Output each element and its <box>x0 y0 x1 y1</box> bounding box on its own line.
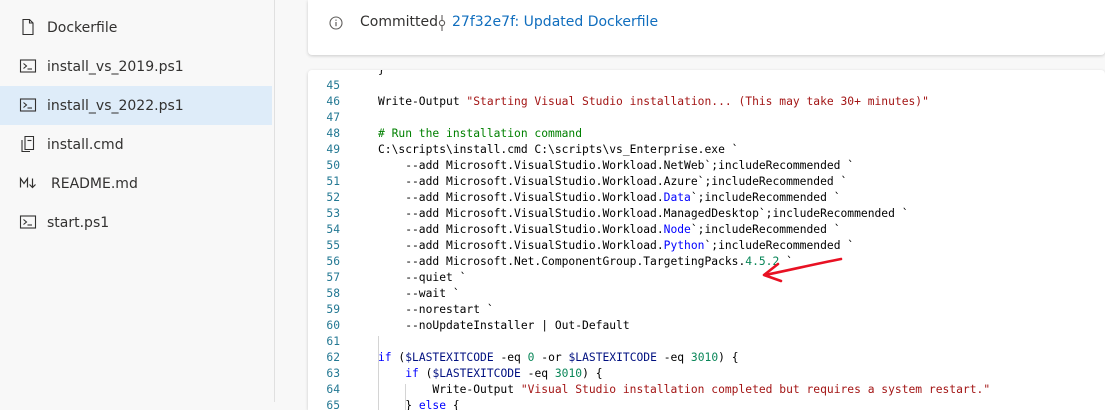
line-number: 50 <box>326 159 340 172</box>
line-text: Write-Output "Starting Visual Studio ins… <box>378 95 929 108</box>
line-number: 57 <box>326 271 340 284</box>
line-number: 52 <box>326 191 340 204</box>
line-number: 54 <box>326 223 340 236</box>
line-number: 65 <box>326 399 340 410</box>
line-text: if ($LASTEXITCODE -eq 0 -or $LASTEXITCOD… <box>378 351 739 364</box>
line-text: --add Microsoft.VisualStudio.Workload.Py… <box>378 239 855 252</box>
commit-status-text: Committed <box>360 14 438 30</box>
markdown-icon <box>19 174 37 192</box>
line-number: 48 <box>326 127 340 140</box>
line-number: 64 <box>326 383 340 396</box>
indent-guide <box>378 336 379 410</box>
line-text: --add Microsoft.VisualStudio.Workload.Az… <box>378 175 848 188</box>
code-line: } <box>308 70 994 78</box>
line-number: 45 <box>326 79 340 92</box>
code-line: 49 C:\scripts\install.cmd C:\scripts\vs_E… <box>308 142 994 158</box>
file-item[interactable]: start.ps1 <box>0 203 272 242</box>
line-text: --noUpdateInstaller | Out-Default <box>378 319 630 332</box>
code-line: 63 if ($LASTEXITCODE -eq 3010) { <box>308 366 994 382</box>
line-number: 51 <box>326 175 340 188</box>
commit-link[interactable]: 27f32e7f: Updated Dockerfile <box>452 14 658 30</box>
line-text: --add Microsoft.VisualStudio.Workload.Ne… <box>378 159 855 172</box>
code-editor[interactable]: } 45 46 Write-Output "Starting Visual Studi… <box>308 70 1105 410</box>
file-name: install.cmd <box>47 136 124 153</box>
line-number: 49 <box>326 143 340 156</box>
line-text: if ($LASTEXITCODE -eq 3010) { <box>405 367 603 380</box>
file-name: install_vs_2019.ps1 <box>47 58 184 75</box>
code-line: 55 --add Microsoft.VisualStudio.Workload… <box>308 238 994 254</box>
line-number: 60 <box>326 319 340 332</box>
line-text: } <box>378 70 385 78</box>
line-text: --wait ` <box>378 287 460 300</box>
file-item[interactable]: README.md <box>0 164 272 203</box>
line-number: 63 <box>326 367 340 380</box>
line-text: --add Microsoft.VisualStudio.Workload.Da… <box>378 191 841 204</box>
code-line: 52 --add Microsoft.VisualStudio.Workload… <box>308 190 994 206</box>
info-icon <box>329 16 343 30</box>
line-number: 47 <box>326 111 340 124</box>
code-line: 45 <box>308 78 994 94</box>
file-item[interactable]: install_vs_2019.ps1 <box>0 47 272 86</box>
code-line: 51 --add Microsoft.VisualStudio.Workload… <box>308 174 994 190</box>
code-line: 53 --add Microsoft.VisualStudio.Workload… <box>308 206 994 222</box>
line-text: --add Microsoft.Net.ComponentGroup.Targe… <box>378 255 793 268</box>
indent-guide <box>405 384 406 410</box>
code-line: 46 Write-Output "Starting Visual Studio i… <box>308 94 994 110</box>
line-number: 53 <box>326 207 340 220</box>
powershell-icon <box>19 213 37 231</box>
code-line: 54 --add Microsoft.VisualStudio.Workload… <box>308 222 994 238</box>
line-text: --norestart ` <box>378 303 494 316</box>
line-number: 62 <box>326 351 340 364</box>
powershell-icon <box>19 57 37 75</box>
file-name: Dockerfile <box>47 19 118 36</box>
code-line: 64 Write-Output "Visual Studio installat… <box>308 382 994 398</box>
line-text: # Run the installation command <box>378 127 583 140</box>
line-number: 55 <box>326 239 340 252</box>
file-name: README.md <box>51 175 138 192</box>
file-explorer-sidebar: Dockerfile install_vs_2019.ps1 install_vs_… <box>0 0 275 402</box>
line-number: 61 <box>326 335 340 348</box>
line-text: --add Microsoft.VisualStudio.Workload.No… <box>378 223 841 236</box>
code-line: 47 <box>308 110 994 126</box>
code-line: 57 --quiet ` <box>308 270 994 286</box>
line-number: 58 <box>326 287 340 300</box>
code-line: 48 # Run the installation command <box>308 126 994 142</box>
commit-banner: Committed 27f32e7f: Updated Dockerfile <box>308 0 1105 55</box>
code-line: 61 <box>308 334 994 350</box>
code-line: 60 --noUpdateInstaller | Out-Default <box>308 318 994 334</box>
powershell-icon <box>19 96 37 114</box>
code-line: 59 --norestart ` <box>308 302 994 318</box>
file-name: start.ps1 <box>47 214 110 231</box>
file-icon <box>19 18 37 36</box>
cmd-file-icon <box>19 135 37 153</box>
file-item[interactable]: install.cmd <box>0 125 272 164</box>
file-name: install_vs_2022.ps1 <box>47 97 184 114</box>
code-line: 50 --add Microsoft.VisualStudio.Workload… <box>308 158 994 174</box>
line-number: 46 <box>326 95 340 108</box>
line-text: Write-Output "Visual Studio installation… <box>378 383 991 396</box>
line-number: 56 <box>326 255 340 268</box>
file-item[interactable]: Dockerfile <box>0 8 272 47</box>
code-line: 58 --wait ` <box>308 286 994 302</box>
commit-icon <box>438 15 446 31</box>
code-line: 56 --add Microsoft.Net.ComponentGroup.Ta… <box>308 254 994 270</box>
code-line: 65 } else { <box>308 398 994 410</box>
line-text: --quiet ` <box>378 271 467 284</box>
code-line: 62 if ($LASTEXITCODE -eq 0 -or $LASTEXITC… <box>308 350 994 366</box>
line-text: C:\scripts\install.cmd C:\scripts\vs_Ent… <box>378 143 739 156</box>
line-text: } else { <box>378 399 460 410</box>
line-number: 59 <box>326 303 340 316</box>
line-text: --add Microsoft.VisualStudio.Workload.Ma… <box>378 207 909 220</box>
file-item[interactable]: install_vs_2022.ps1 <box>0 86 272 125</box>
